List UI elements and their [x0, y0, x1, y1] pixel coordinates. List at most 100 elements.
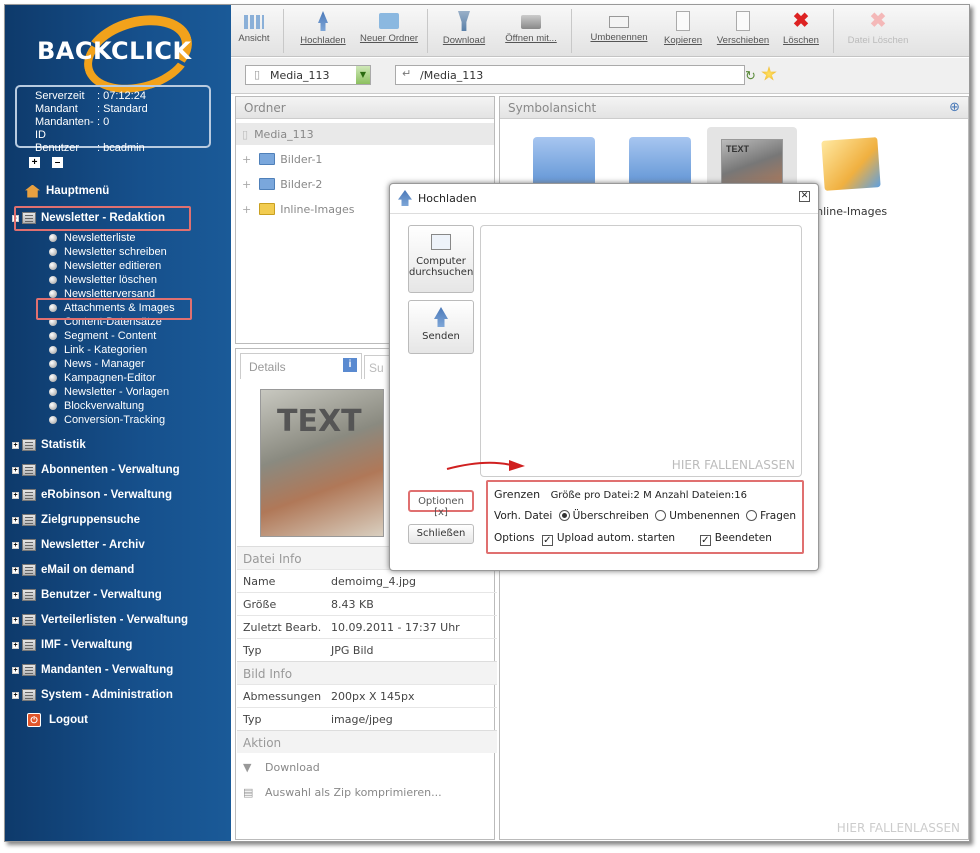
copy-button[interactable]: Kopieren: [663, 9, 703, 55]
sub-item[interactable]: Blockverwaltung: [49, 399, 144, 413]
radio-overwrite[interactable]: [558, 510, 570, 521]
button-label: Schließen: [416, 528, 466, 539]
sub-item[interactable]: Link - Kategorien: [49, 343, 147, 357]
send-button[interactable]: Senden: [408, 300, 474, 354]
nav-item-home[interactable]: Hauptmenü: [25, 182, 109, 200]
sub-item[interactable]: Segment - Content: [49, 329, 156, 343]
upload-options-box: Grenzen Größe pro Datei:2 M Anzahl Datei…: [486, 480, 804, 554]
expand-icon: +: [12, 566, 19, 574]
new-folder-icon: [379, 13, 399, 29]
server-info-label: Mandanten-ID: [35, 116, 94, 141]
nav-section[interactable]: + System - Administration: [5, 686, 173, 704]
nav-section[interactable]: + Mandanten - Verwaltung: [5, 661, 173, 679]
browse-button[interactable]: Computer durchsuchen: [408, 225, 474, 293]
action-download[interactable]: ▼ Download: [237, 753, 497, 781]
section-title: Aktion: [237, 730, 497, 753]
folder-icon: [22, 639, 36, 651]
delete-button[interactable]: ✖ Löschen: [781, 9, 821, 55]
nav-item-logout[interactable]: ⏻ Logout: [27, 711, 88, 729]
nav-label: Zielgruppensuche: [41, 514, 141, 526]
tree-root[interactable]: ▯ Media_113: [236, 123, 494, 145]
nav-section[interactable]: + Statistik: [5, 436, 86, 454]
action-zip[interactable]: ▤ Auswahl als Zip komprimieren...: [237, 781, 497, 803]
server-info-label: Serverzeit: [35, 90, 85, 102]
folder-icon: [22, 614, 36, 626]
sub-item-label: Newsletter löschen: [64, 274, 157, 286]
tree-item[interactable]: + Inline-Images: [242, 198, 354, 220]
browse-label: Computer durchsuchen: [409, 256, 474, 278]
delete-file-button[interactable]: ✖ Datei Löschen: [845, 9, 911, 55]
options-toggle-button[interactable]: Optionen [x]: [408, 490, 474, 518]
sub-item[interactable]: Newsletter schreiben: [49, 245, 167, 259]
annotation-arrow: [446, 460, 525, 471]
logo-text: BACKCLICK: [37, 37, 192, 65]
move-button[interactable]: Verschieben: [715, 9, 771, 55]
view-button[interactable]: Ansicht: [237, 9, 271, 55]
collapse-all-button[interactable]: –: [52, 157, 63, 168]
upload-button[interactable]: Hochladen: [295, 9, 351, 55]
sub-item[interactable]: Newsletter löschen: [49, 273, 157, 287]
tab-details[interactable]: Details i: [240, 353, 362, 379]
bullet-icon: [49, 360, 57, 368]
bullet-icon: [49, 262, 57, 270]
expand-icon: +: [242, 152, 252, 166]
sub-item[interactable]: News - Manager: [49, 357, 145, 371]
download-icon: ▼: [243, 760, 252, 774]
nav-section[interactable]: + Verteilerlisten - Verwaltung: [5, 611, 188, 629]
up-folder-icon[interactable]: ↵: [402, 67, 411, 80]
close-icon[interactable]: ✕: [799, 191, 810, 202]
folder-icon: [259, 153, 276, 165]
open-with-button[interactable]: Öffnen mit...: [501, 9, 561, 55]
zoom-icon[interactable]: ⊕: [949, 100, 960, 115]
expand-all-button[interactable]: +: [29, 157, 40, 168]
image-folder-icon: [821, 137, 881, 191]
file-info: Datei Info Name demoimg_4.jpg Größe 8.43 K…: [237, 546, 497, 803]
chevron-down-icon[interactable]: ▼: [356, 66, 370, 84]
folder-icon: [533, 137, 595, 187]
storage-icon: ▯: [254, 68, 261, 81]
download-button[interactable]: Download: [441, 9, 487, 55]
refresh-icon[interactable]: ↻: [745, 68, 756, 84]
nav-label: eMail on demand: [41, 564, 135, 576]
toolbar-separator: [283, 9, 284, 53]
nav-section[interactable]: + Benutzer - Verwaltung: [5, 586, 162, 604]
radio-label: Fragen: [760, 510, 796, 522]
sub-item-label: Link - Kategorien: [64, 344, 148, 356]
preview-image-text: TEXT: [277, 404, 362, 439]
upload-icon: [398, 190, 412, 206]
folder-icon: [22, 689, 36, 701]
drop-zone[interactable]: HIER FALLENLASSEN: [480, 225, 802, 477]
close-button[interactable]: Schließen: [408, 524, 474, 544]
finished-checkbox[interactable]: ✓: [699, 535, 711, 546]
info-key: Abmessungen: [243, 689, 322, 703]
sub-item[interactable]: Conversion-Tracking: [49, 413, 165, 427]
favorite-icon[interactable]: [761, 66, 777, 81]
nav-section[interactable]: + Zielgruppensuche: [5, 511, 140, 529]
existing-file-row: Vorh. Datei Überschreiben Umbenennen Fra…: [494, 510, 796, 522]
nav-section[interactable]: + eRobinson - Verwaltung: [5, 486, 172, 504]
bullet-icon: [49, 346, 57, 354]
tree-item[interactable]: + Bilder-1: [242, 148, 322, 170]
root-select[interactable]: ▯ Media_113 ▼: [245, 65, 371, 85]
radio-ask[interactable]: [746, 510, 758, 521]
sub-item[interactable]: Kampagnen-Editor: [49, 371, 156, 385]
sub-item[interactable]: Newsletterliste: [49, 231, 136, 245]
nav-section[interactable]: + Newsletter - Archiv: [5, 536, 145, 554]
tree-item[interactable]: + Bilder-2: [242, 173, 322, 195]
autostart-checkbox[interactable]: ✓: [541, 535, 553, 546]
nav-label: IMF - Verwaltung: [41, 639, 133, 651]
path-input[interactable]: ↵ /Media_113: [395, 65, 745, 85]
sub-item[interactable]: Newsletter - Vorlagen: [49, 385, 169, 399]
new-folder-button[interactable]: Neuer Ordner: [359, 9, 419, 55]
toolbar-label: Download: [442, 35, 486, 46]
sub-item[interactable]: Newsletter editieren: [49, 259, 161, 273]
nav-section[interactable]: + IMF - Verwaltung: [5, 636, 132, 654]
nav-section[interactable]: + Abonnenten - Verwaltung: [5, 461, 180, 479]
move-icon: [736, 11, 750, 31]
folder-icon: [22, 464, 36, 476]
rename-button[interactable]: Umbenennen: [589, 9, 649, 55]
radio-rename[interactable]: [655, 510, 667, 521]
nav-section[interactable]: + eMail on demand: [5, 561, 134, 579]
expand-icon: +: [242, 202, 252, 216]
bullet-icon: [49, 276, 57, 284]
